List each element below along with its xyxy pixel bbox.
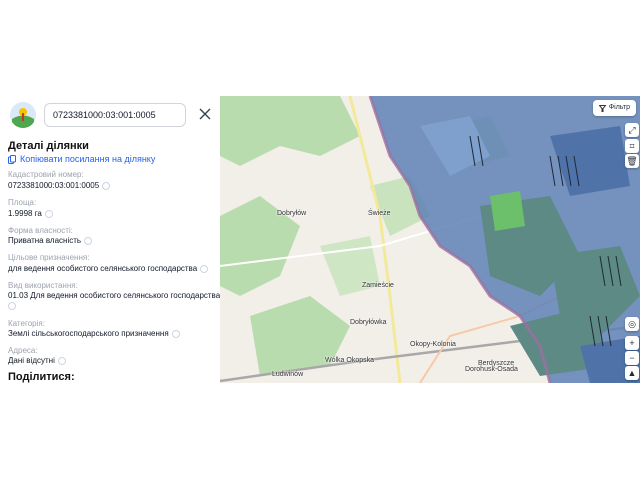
purpose-value: для ведення особистого селянського госпо… [8,264,209,273]
address-value: Дані відсутні [8,356,66,365]
coat-of-arms-logo[interactable] [10,102,36,128]
purpose-label: Цільове призначення: [8,253,90,262]
place-label: Okopy-Kolonia [410,341,456,348]
ownership-label: Форма власності: [8,226,73,235]
zoom-out-button[interactable]: − [625,351,639,365]
crop-icon[interactable]: ⌗ [625,139,639,153]
cadastral-value: 0723381000:03:001:0005 [8,181,111,190]
usage-value-text: 01.03 Для ведення особистого селянського… [8,291,221,300]
info-icon[interactable] [102,181,111,190]
compass-icon[interactable]: ▲ [625,366,639,380]
info-icon[interactable] [8,302,16,310]
zoom-in-button[interactable]: + [625,336,639,350]
address-value-text: Дані відсутні [8,356,55,365]
ownership-value: Приватна власність [8,236,93,245]
category-label: Категорія: [8,319,45,328]
place-label: Dobryłów [277,210,307,217]
filter-label: Фільтр [608,104,630,111]
locate-icon[interactable]: ◎ [625,317,639,331]
area-label: Площа: [8,198,37,207]
place-label: Ludwinów [272,371,304,378]
category-value: Землі сільськогосподарського призначення [8,329,180,338]
place-label: Zamieście [362,282,394,289]
map-svg [220,96,640,383]
usage-value: 01.03 Для ведення особистого селянського… [8,291,220,300]
ownership-value-text: Приватна власність [8,236,82,245]
coat-of-arms-icon [10,102,36,128]
copy-link-button[interactable]: Копіювати посилання на ділянку [8,154,155,164]
info-icon[interactable] [171,329,180,338]
info-icon[interactable] [200,264,209,273]
place-label: Wólka Okopska [325,357,375,364]
cadastral-value-text: 0723381000:03:001:0005 [8,181,100,190]
place-label: Świeże [368,210,391,217]
cadastral-search-input[interactable] [44,103,186,127]
usage-label: Вид використання: [8,281,78,290]
area-value-text: 1.9998 га [8,209,42,218]
map-canvas[interactable]: Dobryłów Świeże Zamieście Dobryłówka Oko… [220,96,640,383]
share-heading: Поділитися: [8,371,75,383]
info-icon[interactable] [57,356,66,365]
area-value: 1.9998 га [8,209,53,218]
category-value-text: Землі сільськогосподарського призначення [8,329,169,338]
copy-icon [8,154,16,164]
copy-link-label: Копіювати посилання на ділянку [20,154,156,164]
place-label: Dorohusk-Osada [465,366,518,373]
filter-icon [598,104,606,112]
panel-title: Деталі ділянки [8,140,89,152]
info-icon[interactable] [84,236,93,245]
info-icon[interactable] [44,209,53,218]
address-label: Адреса: [8,346,38,355]
filter-button[interactable]: Фільтр [592,100,636,116]
close-icon[interactable] [197,106,213,122]
expand-icon[interactable]: ⤢ [625,123,639,137]
purpose-value-text: для ведення особистого селянського госпо… [8,264,198,273]
place-label: Dobryłówka [350,319,387,326]
cadastral-label: Кадастровий номер: [8,170,84,179]
trash-icon[interactable]: 🗑 [625,154,639,168]
